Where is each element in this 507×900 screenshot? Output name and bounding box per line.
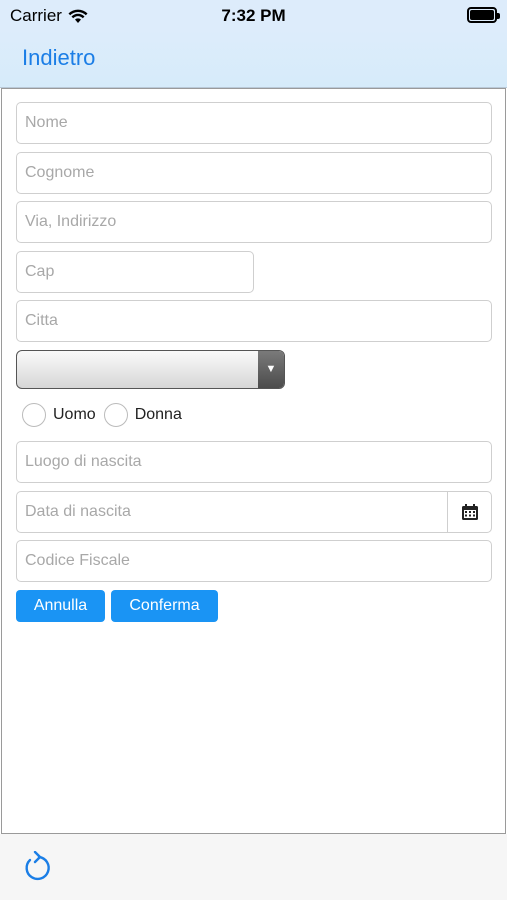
- data-nascita-input[interactable]: Data di nascita: [17, 503, 131, 520]
- radio-uomo-label: Uomo: [53, 406, 96, 423]
- cap-input[interactable]: Cap: [16, 251, 254, 293]
- citta-input[interactable]: Citta: [16, 300, 492, 342]
- registration-form: Nome Cognome Via, Indirizzo Cap Citta ▼ …: [1, 88, 506, 834]
- status-time: 7:32 PM: [221, 6, 286, 25]
- luogo-nascita-input[interactable]: Luogo di nascita: [16, 441, 492, 483]
- cognome-input[interactable]: Cognome: [16, 152, 492, 194]
- gender-radio-group: Uomo Donna: [22, 403, 190, 427]
- back-button[interactable]: Indietro: [22, 45, 95, 71]
- nome-input[interactable]: Nome: [16, 102, 492, 144]
- refresh-icon: [25, 850, 50, 881]
- radio-donna[interactable]: [103, 403, 128, 427]
- calendar-icon: [461, 504, 478, 520]
- chevron-down-icon: ▼: [258, 351, 284, 388]
- radio-uomo[interactable]: [22, 403, 46, 427]
- status-bar: Carrier 7:32 PM: [0, 0, 507, 30]
- refresh-button[interactable]: [22, 850, 52, 890]
- bottom-toolbar: [0, 834, 507, 900]
- indirizzo-input[interactable]: Via, Indirizzo: [16, 201, 492, 243]
- navigation-bar: Indietro: [0, 30, 507, 88]
- data-nascita-field: Data di nascita: [16, 491, 492, 533]
- codice-fiscale-input[interactable]: Codice Fiscale: [16, 540, 492, 582]
- radio-donna-label: Donna: [134, 406, 182, 423]
- calendar-button[interactable]: [447, 492, 491, 532]
- annulla-button[interactable]: Annulla: [16, 590, 105, 622]
- province-select[interactable]: ▼: [16, 350, 285, 389]
- conferma-button[interactable]: Conferma: [111, 590, 218, 622]
- battery-icon: [467, 7, 500, 23]
